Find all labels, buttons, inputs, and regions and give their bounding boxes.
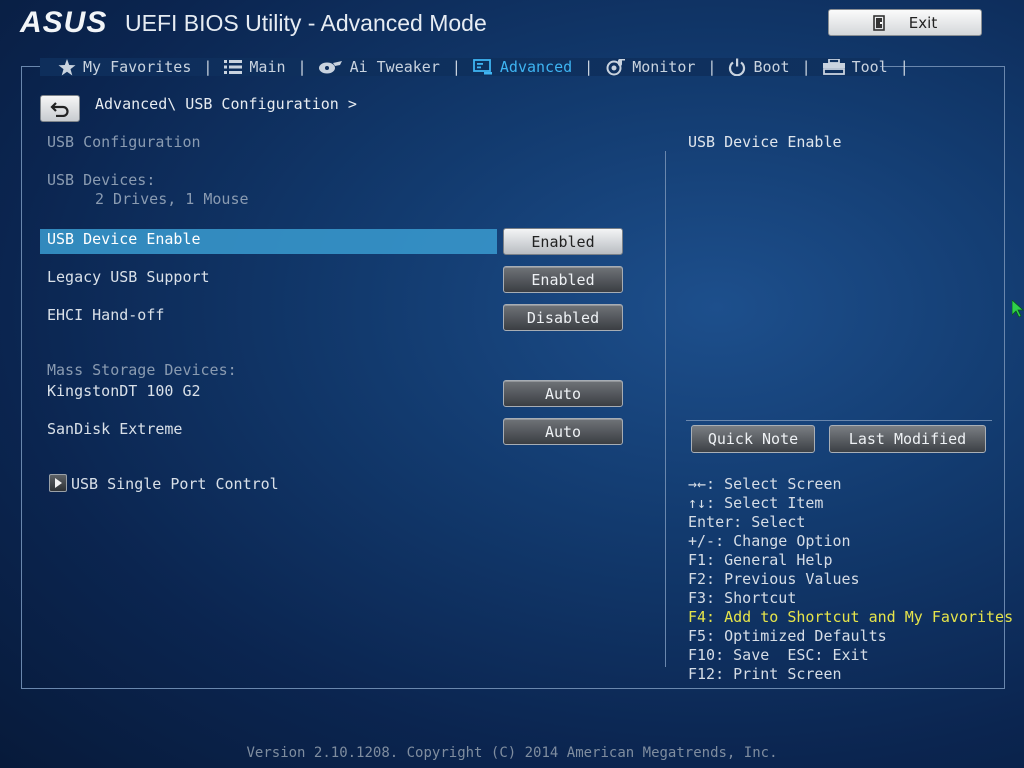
tab-label: Boot: [753, 58, 790, 76]
setting-legacy-usb-support-label[interactable]: Legacy USB Support: [47, 268, 210, 286]
key-help-line: F1: General Help: [688, 551, 833, 569]
kingston-emulation-dropdown[interactable]: Auto: [503, 380, 623, 407]
setting-usb-device-enable-label[interactable]: USB Device Enable: [47, 230, 201, 248]
tab-bar: My Favorites | Main | Ai Tweaker | Advan…: [40, 55, 927, 79]
tab-separator: |: [584, 58, 594, 76]
tab-advanced[interactable]: Advanced: [467, 55, 578, 79]
version-footer: Version 2.10.1208. Copyright (C) 2014 Am…: [246, 745, 778, 761]
breadcrumb: Advanced\ USB Configuration >: [95, 95, 357, 113]
mass-storage-label: Mass Storage Devices:: [47, 361, 237, 379]
tab-separator: |: [203, 58, 213, 76]
key-help-line: Enter: Select: [688, 513, 806, 531]
tab-separator: |: [707, 58, 717, 76]
mass-storage-kingston-label[interactable]: KingstonDT 100 G2: [47, 382, 201, 400]
tab-separator: |: [801, 58, 811, 76]
section-title: USB Configuration: [47, 133, 201, 151]
header: ASUS UEFI BIOS Utility - Advanced Mode E…: [0, 0, 1024, 46]
submenu-usb-single-port-control[interactable]: USB Single Port Control: [71, 475, 279, 493]
tab-boot[interactable]: Boot: [722, 55, 795, 79]
tab-tool[interactable]: Tool: [817, 55, 894, 79]
last-modified-button[interactable]: Last Modified: [829, 425, 986, 453]
tool-icon: [822, 59, 845, 75]
list-icon: [224, 60, 243, 74]
key-help-line: F2: Previous Values: [688, 570, 860, 588]
key-help-line: F5: Optimized Defaults: [688, 627, 887, 645]
advanced-icon: [473, 59, 492, 75]
tab-main[interactable]: Main: [218, 55, 291, 79]
power-icon: [729, 58, 746, 76]
sandisk-emulation-dropdown[interactable]: Auto: [503, 418, 623, 445]
mass-storage-sandisk-label[interactable]: SanDisk Extreme: [47, 420, 182, 438]
help-title: USB Device Enable: [688, 133, 842, 151]
tab-my-favorites[interactable]: My Favorites: [52, 55, 197, 79]
tab-label: Main: [249, 58, 286, 76]
exit-door-icon: [872, 14, 887, 31]
submenu-arrow-icon: [49, 474, 67, 492]
usb-devices-label: USB Devices:: [47, 171, 156, 189]
setting-ehci-hand-off-label[interactable]: EHCI Hand-off: [47, 306, 164, 324]
tab-monitor[interactable]: Monitor: [599, 55, 701, 79]
tab-label: My Favorites: [83, 58, 192, 76]
asus-logo: ASUS: [20, 6, 108, 39]
ehci-hand-off-dropdown[interactable]: Disabled: [503, 304, 623, 331]
key-help-line: F10: Save ESC: Exit: [688, 646, 869, 664]
tab-separator: |: [899, 58, 909, 76]
back-button[interactable]: [40, 95, 80, 122]
usb-device-enable-dropdown[interactable]: Enabled: [503, 228, 623, 255]
tab-ai-tweaker[interactable]: Ai Tweaker: [313, 55, 446, 79]
star-icon: [58, 58, 76, 75]
key-help-line: →←: Select Screen: [688, 475, 842, 493]
tab-label: Ai Tweaker: [349, 58, 440, 76]
tab-label: Advanced: [499, 58, 573, 76]
quick-note-button[interactable]: Quick Note: [691, 425, 815, 453]
app-title: UEFI BIOS Utility - Advanced Mode: [125, 10, 487, 36]
key-help-line: ↑↓: Select Item: [688, 494, 824, 512]
tab-label: Tool: [851, 58, 888, 76]
key-help-line: F3: Shortcut: [688, 589, 797, 607]
key-help-line: +/-: Change Option: [688, 532, 851, 550]
monitor-icon: [606, 59, 626, 76]
usb-devices-value: 2 Drives, 1 Mouse: [95, 190, 249, 208]
exit-label: Exit: [908, 13, 938, 32]
mouse-cursor-icon: [1011, 299, 1024, 322]
settings-pane: USB Configuration USB Devices: 2 Drives,…: [40, 130, 630, 690]
key-help-list: →←: Select Screen ↑↓: Select Item Enter:…: [688, 475, 1013, 684]
help-separator: [686, 420, 992, 421]
key-help-line: F12: Print Screen: [688, 665, 842, 683]
tab-label: Monitor: [632, 58, 696, 76]
exit-button[interactable]: Exit: [828, 9, 982, 36]
back-arrow-icon: [50, 101, 69, 117]
legacy-usb-support-dropdown[interactable]: Enabled: [503, 266, 623, 293]
tab-separator: |: [297, 58, 307, 76]
pane-divider: [665, 151, 666, 667]
key-help-line-highlight: F4: Add to Shortcut and My Favorites: [688, 608, 1014, 626]
tab-separator: |: [451, 58, 461, 76]
tweaker-icon: [318, 61, 342, 74]
